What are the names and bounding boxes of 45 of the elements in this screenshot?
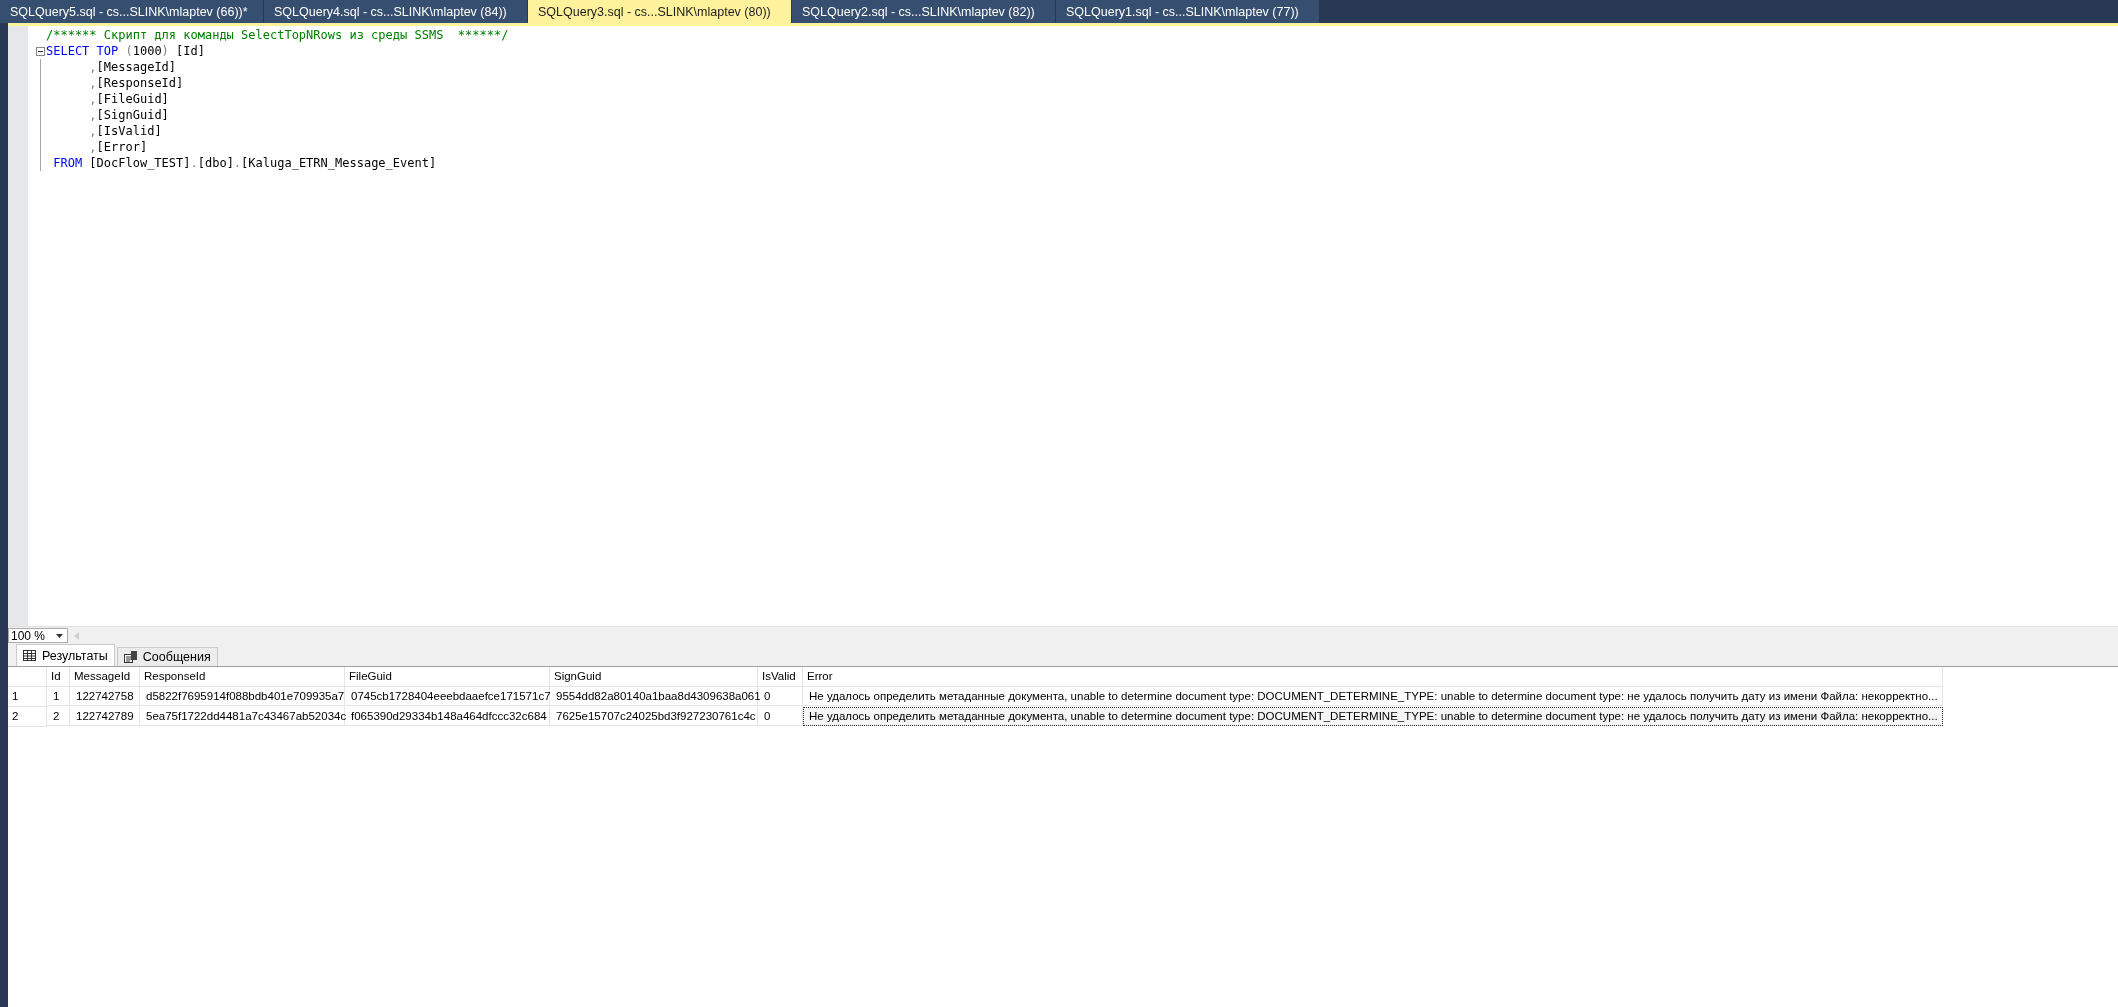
document-tab[interactable]: SQLQuery1.sql - cs...SLINK\mlaptev (77)) <box>1056 0 1319 23</box>
grid-corner-header[interactable] <box>8 667 47 687</box>
results-tab[interactable]: Результаты <box>16 644 115 666</box>
column-header[interactable]: SignGuid <box>550 667 758 687</box>
code-line: SELECT TOP (1000) [Id] <box>46 44 205 58</box>
column-header[interactable]: IsValid <box>758 667 803 687</box>
table-cell: Не удалось определить метаданные документа, unable to determine document type: DOCUMENT_DETERMINE_TYPE: unable to determine document type: не удалось получить дату из имени Файла: некорректно... <box>803 687 1943 706</box>
row-number[interactable]: 1 <box>8 687 47 707</box>
table-cell: 9554dd82a80140a1baa8d4309638a061 <box>550 687 758 706</box>
table-cell: 0 <box>758 687 803 706</box>
collapse-icon[interactable] <box>35 46 45 56</box>
messages-icon <box>123 651 137 663</box>
code-line: ,[FileGuid] <box>88 92 169 106</box>
table-cell: 1 <box>47 687 70 706</box>
table-cell: d5822f7695914f088bdb401e709935a7 <box>140 687 345 706</box>
document-tab[interactable]: SQLQuery4.sql - cs...SLINK\mlaptev (84)) <box>264 0 527 23</box>
dropdown-caret-icon <box>56 633 63 638</box>
table-cell: 7625e15707c24025bd3f927230761c4c <box>550 707 758 726</box>
document-tab[interactable]: SQLQuery2.sql - cs...SLINK\mlaptev (82)) <box>792 0 1055 23</box>
table-cell: 2 <box>47 707 70 726</box>
table-cell: f065390d29334b148a464dfccc32c684 <box>345 707 550 726</box>
column-header[interactable]: Id <box>47 667 70 687</box>
scroll-left-icon[interactable] <box>74 631 79 640</box>
code-line: /****** Скрипт для команды SelectTopNRows из среды SSMS ******/ <box>46 28 509 42</box>
code-line: ,[SignGuid] <box>88 108 169 122</box>
column-header[interactable]: ResponseId <box>140 667 345 687</box>
code-line: FROM [DocFlow_TEST].[dbo].[Kaluga_ETRN_Message_Event] <box>52 156 437 170</box>
code-line: ,[ResponseId] <box>88 76 184 90</box>
grid-icon <box>23 650 36 661</box>
column-header[interactable]: FileGuid <box>345 667 550 687</box>
column-header[interactable]: MessageId <box>70 667 140 687</box>
column-header[interactable]: Error <box>803 667 1943 687</box>
row-number[interactable]: 2 <box>8 707 47 727</box>
results-tab[interactable]: Сообщения <box>116 647 218 666</box>
code-line: ,[MessageId] <box>88 60 177 74</box>
code-line: ,[Error] <box>88 140 148 154</box>
zoom-dropdown[interactable]: 100 % <box>8 628 68 643</box>
table-cell: 5ea75f1722dd4481a7c43467ab52034c <box>140 707 345 726</box>
table-cell: 122742789 <box>70 707 140 726</box>
table-cell: 0745cb1728404eeebdaaefce171571c7 <box>345 687 550 706</box>
table-cell: Не удалось определить метаданные документа, unable to determine document type: DOCUMENT_DETERMINE_TYPE: unable to determine document type: не удалось получить дату из имени Файла: некорректно... <box>803 707 1943 726</box>
code-line: ,[IsValid] <box>88 124 162 138</box>
document-tab[interactable]: SQLQuery5.sql - cs...SLINK\mlaptev (66))* <box>0 0 263 23</box>
document-tab[interactable]: SQLQuery3.sql - cs...SLINK\mlaptev (80)) <box>528 0 791 23</box>
table-cell: 122742758 <box>70 687 140 706</box>
